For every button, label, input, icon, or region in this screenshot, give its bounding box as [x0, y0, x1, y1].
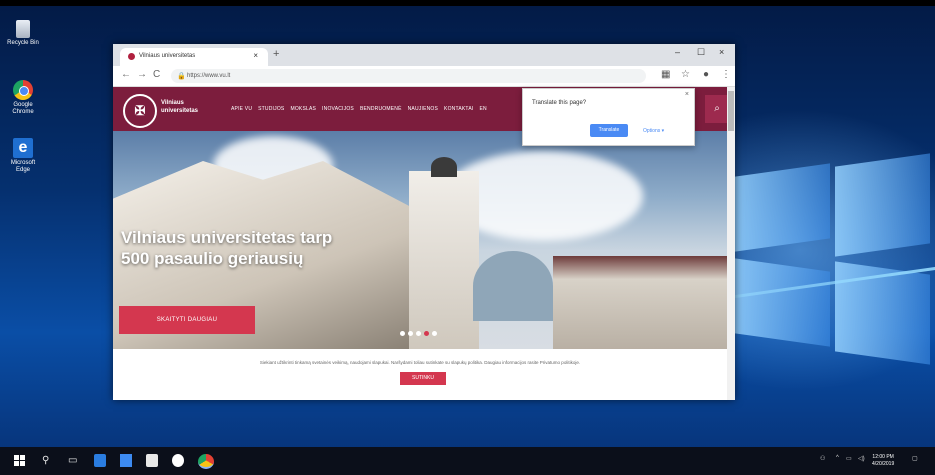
- read-more-button[interactable]: SKAITYTI DAUGIAU: [119, 306, 255, 334]
- desktop-icon-label: Google Chrome: [12, 102, 34, 115]
- desktop-icon-edge[interactable]: e Microsoft Edge: [6, 138, 40, 174]
- desktop-icon-recycle-bin[interactable]: Recycle Bin: [6, 20, 40, 47]
- page-scrollbar[interactable]: [727, 87, 735, 400]
- lock-icon: 🔒: [177, 73, 186, 80]
- cookie-accept-button[interactable]: SUTINKU: [400, 372, 446, 385]
- new-tab-button[interactable]: +: [273, 48, 279, 60]
- tray-chevron-icon[interactable]: ^: [836, 455, 839, 461]
- windows-logo-pane: [835, 153, 930, 257]
- cookie-banner: Siekiant užtikrinti tinkamą svetainės ve…: [113, 349, 727, 400]
- university-seal-logo[interactable]: ✠: [123, 94, 157, 128]
- bell-tower: [409, 157, 479, 349]
- site-search-icon[interactable]: ⌕: [705, 95, 729, 123]
- notifications-icon[interactable]: ▢: [912, 455, 918, 462]
- chrome-taskbar-icon[interactable]: [198, 454, 214, 469]
- top-strip: [0, 0, 935, 6]
- menu-item[interactable]: KONTAKTAI: [444, 106, 473, 112]
- address-bar[interactable]: 🔒 https://www.vu.lt: [171, 69, 646, 83]
- edge-taskbar-icon[interactable]: [94, 454, 106, 467]
- menu-item[interactable]: INOVACIJOS: [322, 106, 354, 112]
- hero-banner: Vilniaus universitetas tarp 500 pasaulio…: [113, 131, 727, 349]
- translate-icon[interactable]: ▦: [661, 69, 670, 80]
- task-view-icon[interactable]: ▭: [68, 455, 77, 467]
- browser-titlebar: Vilniaus universitetas × + – ☐ ×: [113, 44, 735, 66]
- url-text: https://www.vu.lt: [187, 73, 231, 79]
- edge-icon: e: [13, 138, 33, 158]
- building-right: [553, 256, 727, 349]
- reload-button[interactable]: C: [153, 69, 160, 80]
- scrollbar-thumb[interactable]: [728, 91, 734, 131]
- menu-item[interactable]: EN: [479, 106, 486, 112]
- menu-item[interactable]: STUDIJOS: [258, 106, 284, 112]
- forward-button[interactable]: →: [137, 69, 147, 80]
- network-icon[interactable]: ▭: [846, 455, 852, 462]
- desktop-icon-chrome[interactable]: Google Chrome: [6, 80, 40, 116]
- carousel-dots: [400, 331, 437, 336]
- favicon-icon: [128, 53, 135, 60]
- profile-icon[interactable]: ●: [703, 69, 709, 80]
- bookmark-star-icon[interactable]: ☆: [681, 69, 690, 80]
- volume-icon[interactable]: ◁): [858, 455, 865, 462]
- desktop-icon-label: Microsoft Edge: [10, 160, 36, 173]
- browser-tab[interactable]: Vilniaus universitetas ×: [120, 48, 268, 66]
- close-window-button[interactable]: ×: [719, 47, 724, 57]
- store-taskbar-icon[interactable]: [120, 454, 132, 467]
- main-menu: APIE VU STUDIJOS MOKSLAS INOVACIJOS BEND…: [231, 106, 487, 112]
- menu-item[interactable]: BENDRUOMENĖ: [360, 106, 402, 112]
- carousel-dot[interactable]: [416, 331, 421, 336]
- brand-line-2: universitetas: [161, 108, 199, 114]
- chrome-icon: [13, 80, 33, 100]
- carousel-dot[interactable]: [408, 331, 413, 336]
- cookie-text: Siekiant užtikrinti tinkamą svetainės ve…: [259, 360, 581, 365]
- file-explorer-taskbar-icon[interactable]: [146, 454, 158, 467]
- maximize-button[interactable]: ☐: [697, 47, 705, 58]
- translate-question: Translate this page?: [532, 100, 587, 106]
- recycle-bin-icon: [16, 20, 30, 38]
- search-icon[interactable]: ⚲: [42, 455, 49, 467]
- minimize-button[interactable]: –: [675, 47, 680, 57]
- translate-popup: Translate this page? × Translate Options…: [522, 88, 695, 146]
- carousel-dot[interactable]: [400, 331, 405, 336]
- people-icon[interactable]: ⚇: [820, 455, 825, 462]
- menu-icon[interactable]: ⋮: [721, 69, 731, 80]
- hero-headline: Vilniaus universitetas tarp 500 pasaulio…: [121, 227, 332, 269]
- windows-logo-pane: [735, 163, 830, 252]
- carousel-dot[interactable]: [432, 331, 437, 336]
- menu-item[interactable]: MOKSLAS: [290, 106, 316, 112]
- popup-close-icon[interactable]: ×: [685, 91, 689, 98]
- hero-headline-line-1: Vilniaus universitetas tarp: [121, 228, 333, 247]
- carousel-dot-active[interactable]: [424, 331, 429, 336]
- browser-toolbar: ← → C 🔒 https://www.vu.lt ▦ ☆ ● ⋮: [113, 66, 735, 87]
- back-button[interactable]: ←: [121, 69, 131, 80]
- site-brand[interactable]: Vilniaus universitetas: [161, 99, 198, 115]
- windows-logo-pane: [735, 258, 830, 347]
- translate-button[interactable]: Translate: [590, 124, 628, 137]
- menu-item[interactable]: APIE VU: [231, 106, 252, 112]
- taskbar-clock[interactable]: 12:00 PM 4/20/2019: [872, 454, 894, 468]
- desktop-icon-label: Recycle Bin: [7, 40, 39, 46]
- translate-options-link[interactable]: Options ▾: [643, 128, 664, 134]
- taskbar: ⚲ ▭ ⚇ ^ ▭ ◁) 12:00 PM 4/20/2019 ▢: [0, 447, 935, 475]
- clock-time: 12:00 PM: [872, 454, 894, 460]
- tab-close-icon[interactable]: ×: [253, 51, 258, 60]
- mail-taskbar-icon[interactable]: [172, 454, 184, 467]
- clock-date: 4/20/2019: [872, 461, 895, 467]
- hero-headline-line-2: 500 pasaulio geriausių: [121, 249, 304, 268]
- tab-title: Vilniaus universitetas: [139, 53, 196, 59]
- menu-item[interactable]: NAUJIENOS: [408, 106, 438, 112]
- dome: [473, 251, 553, 321]
- brand-line-1: Vilniaus: [161, 100, 184, 106]
